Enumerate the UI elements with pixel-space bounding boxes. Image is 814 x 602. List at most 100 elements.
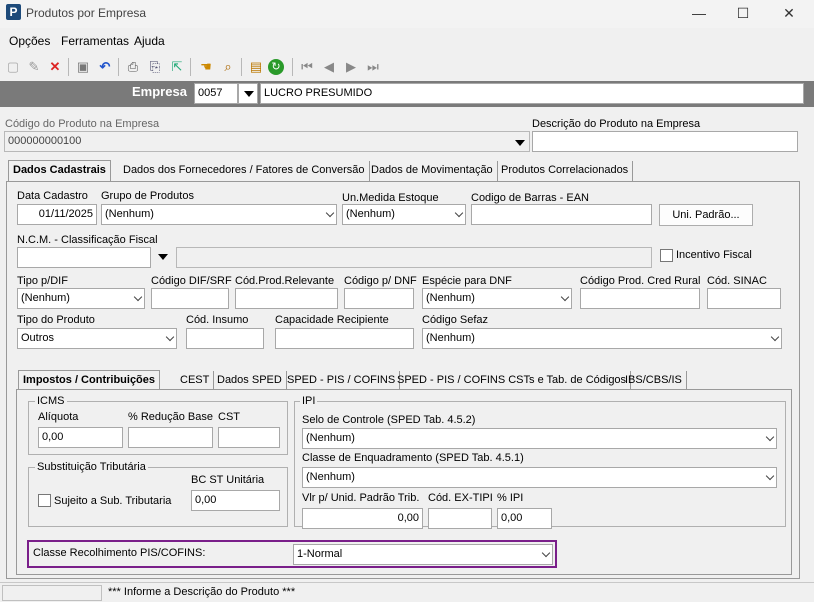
subtab-sped-pis-cofins[interactable]: SPED - PIS / COFINS [283,371,401,391]
pct-ipi-input[interactable]: 0,00 [497,508,552,529]
properties-icon[interactable]: ▤ [246,57,266,77]
bc-st-label: BC ST Unitária [191,474,265,486]
selo-controle-label: Selo de Controle (SPED Tab. 4.5.2) [302,414,476,426]
classe-enquadramento-select[interactable]: (Nenhum) [302,467,777,488]
empresa-dropdown-button[interactable] [238,83,258,104]
maximize-button[interactable]: ☐ [720,0,766,28]
codigo-dif-label: Código DIF/SRF [151,275,232,287]
aliquota-input[interactable]: 0,00 [38,427,123,448]
capacidade-input[interactable] [275,328,414,349]
subtab-cest[interactable]: CEST [176,371,215,391]
new-doc-icon[interactable]: ▢ [3,57,23,77]
cst-label: CST [218,411,240,423]
subtab-impostos[interactable]: Impostos / Contribuições [18,370,161,391]
tab-correlacionados[interactable]: Produtos Correlacionados [497,161,634,181]
ex-tipi-input[interactable] [428,508,492,529]
tab-movimentacao[interactable]: Dados de Movimentação [367,161,498,181]
tipo-dif-select[interactable]: (Nenhum) [17,288,145,309]
cod-insumo-input[interactable] [186,328,264,349]
codigo-dnf-input[interactable] [344,288,414,309]
tab-fornecedores[interactable]: Dados dos Fornecedores / Fatores de Conv… [119,161,370,181]
selo-controle-select[interactable]: (Nenhum) [302,428,777,449]
ncm-dropdown-button[interactable] [153,247,173,268]
grupo-produtos-select[interactable]: (Nenhum) [101,204,337,225]
menu-ferramentas[interactable]: Ferramentas [61,34,129,48]
title-bar: P Produtos por Empresa — ☐ ✕ [0,0,814,28]
close-button[interactable]: ✕ [766,0,812,28]
toolbar-separator [241,58,242,76]
chevron-down-icon [454,208,464,218]
tipo-produto-label: Tipo do Produto [17,314,95,326]
undo-icon[interactable]: ↶ [95,57,115,77]
tipo-dif-value: (Nenhum) [21,292,70,304]
edit-icon[interactable]: ✎ [24,57,44,77]
cod-relevante-label: Cód.Prod.Relevante [235,275,335,287]
empresa-name-field: LUCRO PRESUMIDO [260,83,804,104]
grupo-produtos-value: (Nenhum) [105,208,154,220]
tab-dados-cadastrais[interactable]: Dados Cadastrais [8,160,111,182]
filter-hand-icon[interactable]: ☚ [196,57,216,77]
ean-label: Codigo de Barras - EAN [471,192,589,204]
pis-cofins-select[interactable]: 1-Normal [293,544,553,565]
especie-dnf-select[interactable]: (Nenhum) [422,288,572,309]
ean-input[interactable] [471,204,652,225]
chevron-down-icon [765,432,775,442]
grupo-produtos-label: Grupo de Produtos [101,190,194,202]
caret-down-icon [244,91,254,97]
menu-ajuda[interactable]: Ajuda [134,34,165,48]
empresa-label: Empresa [132,84,187,99]
chevron-down-icon [770,332,780,342]
toolbar-separator [68,58,69,76]
subtab-ibs-cbs-is[interactable]: IBS/CBS/IS [621,371,687,391]
bc-st-input[interactable]: 0,00 [191,490,280,511]
print-icon[interactable]: ⎙ [123,57,143,77]
window-title: Produtos por Empresa [26,6,147,20]
codigo-dif-input[interactable] [151,288,229,309]
status-message: *** Informe a Descrição do Produto *** [108,586,296,598]
codigo-sefaz-select[interactable]: (Nenhum) [422,328,782,349]
pct-ipi-label: % IPI [497,492,524,504]
next-record-icon[interactable]: ▶ [341,57,361,77]
chevron-down-icon [560,292,570,302]
cod-relevante-input[interactable] [235,288,338,309]
tipo-dif-label: Tipo p/DIF [17,275,68,287]
subtab-sped-csts[interactable]: SPED - PIS / COFINS CSTs e Tab. de Códig… [393,371,632,391]
sinac-input[interactable] [707,288,781,309]
save-icon[interactable]: ▣ [73,57,93,77]
codigo-produto-dropdown-button[interactable] [510,133,530,151]
cst-input[interactable] [218,427,280,448]
caret-down-icon [515,140,525,146]
un-medida-select[interactable]: (Nenhum) [342,204,466,225]
refresh-icon[interactable]: ↻ [268,59,284,75]
tipo-produto-select[interactable]: Outros [17,328,177,349]
previous-record-icon[interactable]: ◀ [319,57,339,77]
ipi-title: IPI [300,395,318,407]
app-logo-icon: P [6,4,21,20]
empresa-bar: Empresa 0057 LUCRO PRESUMIDO [0,81,814,107]
sujeito-sub-checkbox[interactable] [38,494,51,507]
vlr-unid-input[interactable]: 0,00 [302,508,423,529]
subtab-dados-sped[interactable]: Dados SPED [213,371,287,391]
minimize-button[interactable]: — [676,0,722,28]
codigo-produto-label: Código do Produto na Empresa [5,118,160,130]
incentivo-fiscal-label: Incentivo Fiscal [676,249,752,261]
descricao-produto-label: Descrição do Produto na Empresa [532,118,701,130]
cod-cred-rural-input[interactable] [580,288,700,309]
uni-padrao-button[interactable]: Uni. Padrão... [659,204,753,226]
delete-icon[interactable]: ✕ [45,57,65,77]
ncm-input[interactable] [17,247,151,268]
data-cadastro-input[interactable]: 01/11/2025 [17,204,97,225]
incentivo-fiscal-checkbox[interactable] [660,249,673,262]
menu-opcoes[interactable]: Opções [9,34,50,48]
chevron-down-icon [133,292,143,302]
first-record-icon[interactable]: ⏮ [297,57,317,77]
search-icon[interactable]: ⌕ [218,57,238,77]
export-icon[interactable]: ⇱ [167,57,187,77]
print-preview-icon[interactable]: ⎘ [145,57,165,77]
classe-enquadramento-value: (Nenhum) [306,471,355,483]
toolbar-separator [292,58,293,76]
reducao-base-input[interactable] [128,427,213,448]
descricao-produto-input[interactable] [532,131,798,152]
empresa-code-field[interactable]: 0057 [194,83,238,104]
last-record-icon[interactable]: ⏭ [363,57,383,77]
